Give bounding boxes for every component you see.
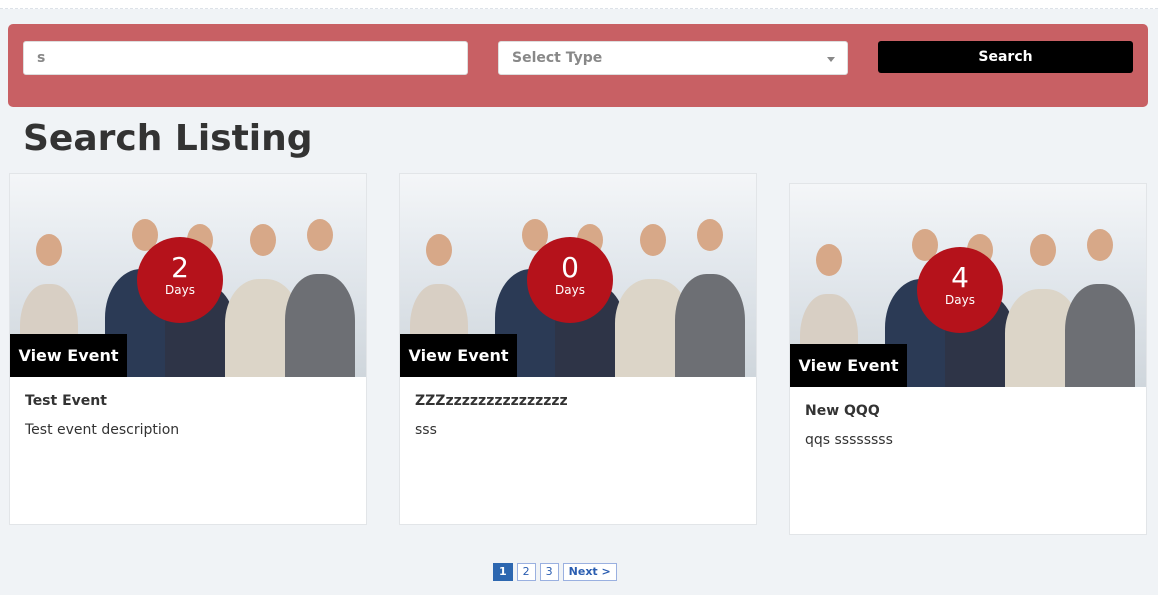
person-head: [36, 234, 62, 266]
view-event-button[interactable]: View Event: [10, 334, 127, 377]
days-badge: 4 Days: [917, 247, 1003, 333]
days-label: Days: [945, 293, 975, 307]
view-event-button[interactable]: View Event: [790, 344, 907, 387]
event-card: 0 Days View Event ZZZzzzzzzzzzzzzzzz sss: [399, 173, 757, 525]
person-head: [639, 224, 666, 256]
page-1-button[interactable]: 1: [493, 563, 513, 581]
search-button[interactable]: Search: [878, 41, 1133, 73]
view-event-button[interactable]: View Event: [400, 334, 517, 377]
days-label: Days: [555, 283, 585, 297]
event-title: Test Event: [25, 393, 107, 409]
search-input[interactable]: s: [23, 41, 468, 75]
event-title: ZZZzzzzzzzzzzzzzzz: [415, 393, 568, 409]
person-head: [1087, 229, 1113, 261]
pagination: 1 2 3 Next >: [493, 563, 617, 581]
type-select-label: Select Type: [512, 50, 603, 66]
type-select[interactable]: Select Type: [498, 41, 848, 75]
days-label: Days: [165, 283, 195, 297]
person-figure: [1065, 284, 1135, 387]
days-count: 4: [951, 261, 969, 294]
person-figure: [675, 274, 745, 377]
top-divider: [0, 0, 1158, 9]
person-head: [307, 219, 333, 251]
event-card: 2 Days View Event Test Event Test event d…: [9, 173, 367, 525]
chevron-down-icon: [827, 57, 835, 66]
event-description: Test event description: [25, 422, 180, 438]
person-head: [249, 224, 276, 256]
person-figure: [285, 274, 355, 377]
person-head: [1029, 234, 1056, 266]
person-head: [426, 234, 452, 266]
next-page-button[interactable]: Next >: [562, 563, 617, 581]
page-title: Search Listing: [23, 118, 313, 159]
days-count: 2: [171, 251, 189, 284]
days-badge: 2 Days: [137, 237, 223, 323]
person-head: [816, 244, 842, 276]
event-description: qqs ssssssss: [805, 432, 893, 448]
event-card: 4 Days View Event New QQQ qqs ssssssss: [789, 183, 1147, 535]
search-bar: s Select Type Search: [8, 24, 1148, 107]
event-description: sss: [415, 422, 437, 438]
page-2-button[interactable]: 2: [516, 563, 536, 581]
person-head: [697, 219, 723, 251]
event-title: New QQQ: [805, 403, 880, 419]
days-badge: 0 Days: [527, 237, 613, 323]
page-3-button[interactable]: 3: [539, 563, 559, 581]
days-count: 0: [561, 251, 579, 284]
